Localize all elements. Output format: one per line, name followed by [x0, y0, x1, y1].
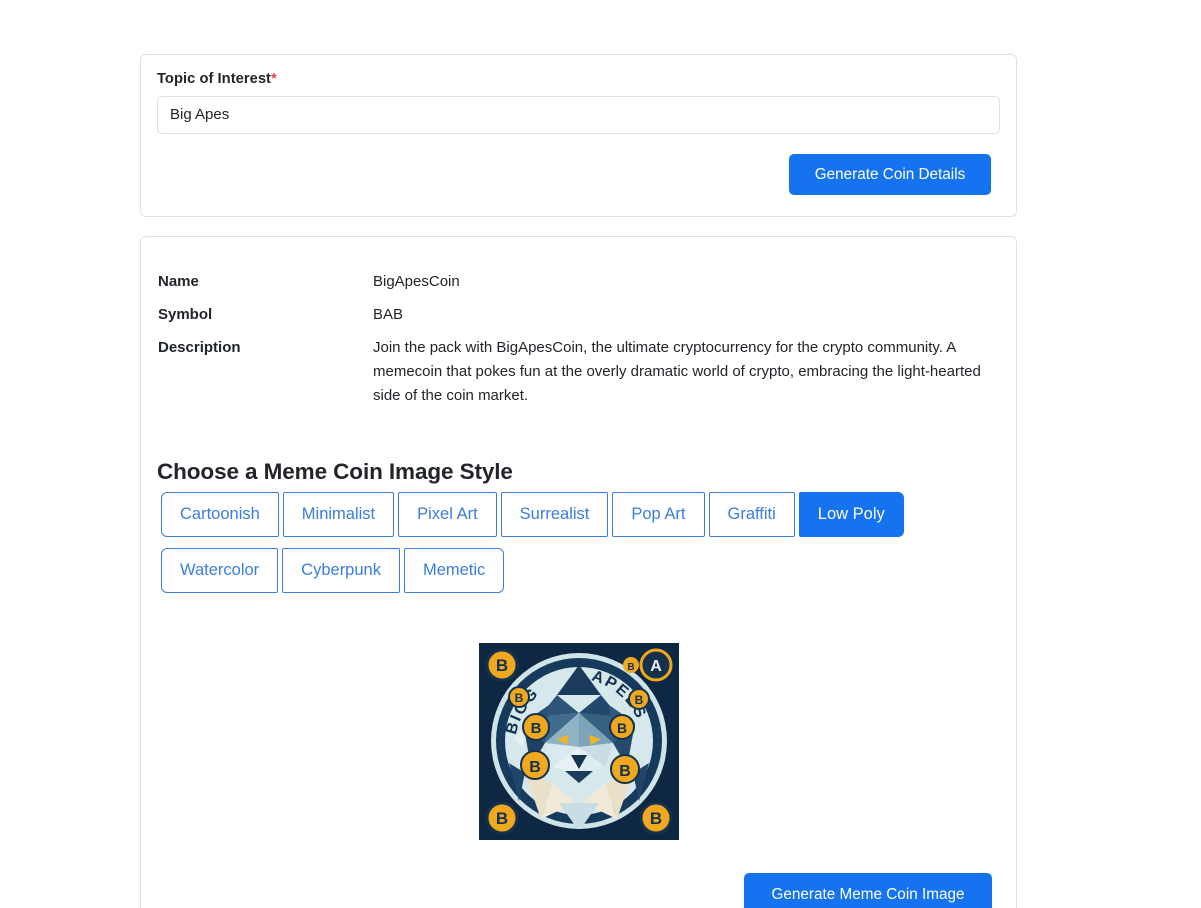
detail-label: Name [158, 273, 199, 290]
generated-coin-image: BIGG APEES B A B B B B B B B B B [479, 643, 679, 840]
page-root: Topic of Interest* Generate Coin Details… [0, 0, 1201, 908]
svg-text:B: B [529, 759, 541, 776]
svg-text:B: B [617, 720, 627, 736]
coin-result-card: Name BigApesCoin Symbol BAB Description … [140, 236, 1017, 908]
required-asterisk: * [271, 71, 277, 87]
detail-value: Join the pack with BigApesCoin, the ulti… [373, 339, 981, 404]
topic-input-card: Topic of Interest* Generate Coin Details [140, 54, 1017, 217]
detail-row-description: Description Join the pack with BigApesCo… [158, 336, 1003, 408]
style-option-pop-art[interactable]: Pop Art [612, 492, 705, 537]
coin-details-list: Name BigApesCoin Symbol BAB Description … [158, 270, 1003, 417]
detail-row-name: Name BigApesCoin [158, 270, 1003, 294]
low-poly-gorilla-artwork: BIGG APEES B A B B B B B B B B B [479, 643, 679, 840]
detail-row-symbol: Symbol BAB [158, 303, 1003, 327]
svg-text:B: B [496, 809, 508, 828]
detail-label: Description [158, 339, 241, 356]
style-option-minimalist[interactable]: Minimalist [282, 492, 395, 537]
generate-coin-details-button[interactable]: Generate Coin Details [789, 154, 991, 195]
detail-value: BAB [373, 306, 404, 323]
svg-text:B: B [627, 662, 634, 673]
style-option-memetic[interactable]: Memetic [403, 548, 505, 593]
style-option-low-poly[interactable]: Low Poly [798, 492, 904, 537]
svg-text:A: A [650, 658, 662, 675]
detail-label: Symbol [158, 306, 213, 323]
topic-label: Topic of Interest* [157, 72, 1002, 87]
style-option-graffiti[interactable]: Graffiti [708, 492, 795, 537]
topic-label-text: Topic of Interest [157, 71, 272, 87]
svg-text:B: B [496, 656, 508, 675]
svg-text:B: B [515, 691, 524, 705]
style-option-cartoonish[interactable]: Cartoonish [161, 492, 279, 537]
generate-meme-coin-image-button[interactable]: Generate Meme Coin Image [744, 873, 992, 908]
style-section-heading: Choose a Meme Coin Image Style [157, 458, 513, 484]
style-option-pixel-art[interactable]: Pixel Art [398, 492, 497, 537]
style-button-group: Cartoonish Minimalist Pixel Art Surrealist P… [161, 492, 1006, 604]
svg-text:B: B [650, 809, 662, 828]
svg-text:B: B [619, 763, 631, 780]
style-option-cyberpunk[interactable]: Cyberpunk [282, 548, 400, 593]
style-option-surrealist[interactable]: Surrealist [500, 492, 609, 537]
svg-text:B: B [531, 720, 542, 737]
topic-form-group: Topic of Interest* [157, 72, 1002, 134]
topic-input[interactable] [157, 95, 1000, 134]
detail-value: BigApesCoin [373, 273, 460, 290]
style-option-watercolor[interactable]: Watercolor [161, 548, 279, 593]
svg-text:B: B [635, 693, 644, 707]
